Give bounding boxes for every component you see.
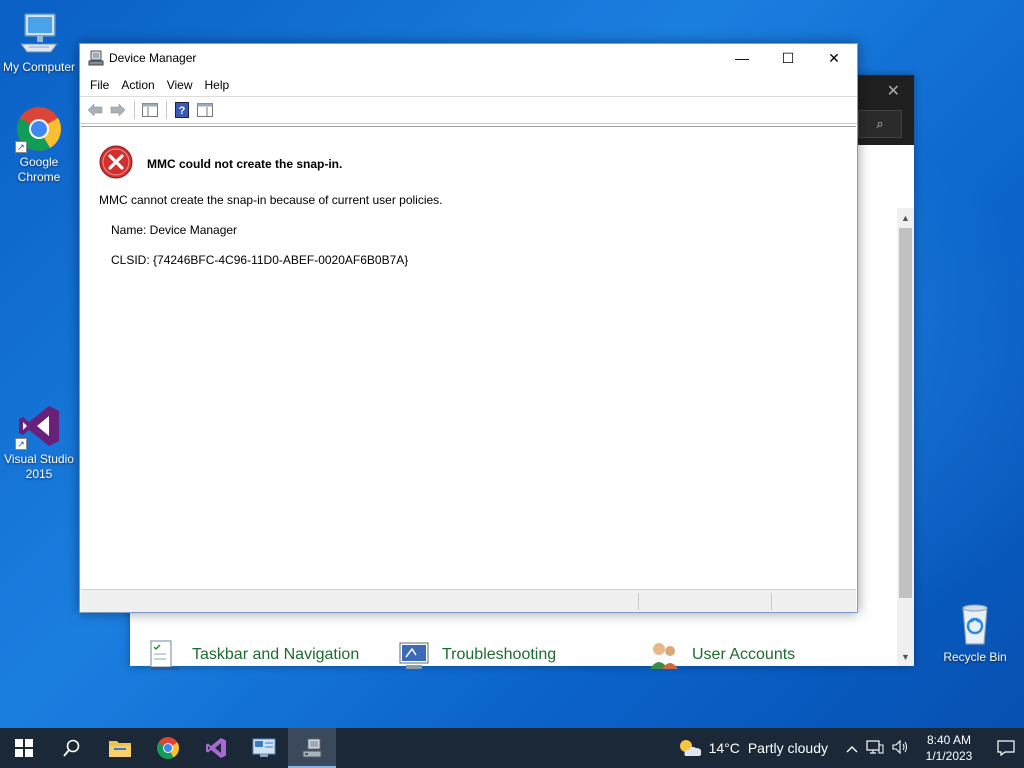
search-button[interactable] bbox=[48, 728, 96, 768]
toolbar-separator bbox=[166, 101, 167, 119]
menu-bar: File Action View Help bbox=[80, 74, 857, 96]
close-button[interactable]: ✕ bbox=[811, 44, 857, 74]
error-icon bbox=[99, 145, 133, 182]
scrollbar-thumb[interactable] bbox=[899, 228, 912, 598]
show-action-pane-icon[interactable] bbox=[194, 99, 216, 121]
partly-cloudy-icon bbox=[679, 740, 701, 756]
chevron-up-icon[interactable] bbox=[846, 740, 858, 756]
status-bar bbox=[81, 589, 856, 612]
recycle-bin-icon bbox=[951, 600, 999, 648]
minimize-button[interactable]: — bbox=[719, 44, 765, 74]
taskbar-control-panel[interactable] bbox=[240, 728, 288, 768]
cp-item-troubleshooting[interactable]: Troubleshooting bbox=[398, 639, 556, 671]
cp-item-label: Taskbar and Navigation bbox=[192, 646, 360, 663]
show-hide-console-tree-icon[interactable] bbox=[139, 99, 161, 121]
weather-condition: Partly cloudy bbox=[747, 740, 828, 756]
scroll-down-icon[interactable]: ▼ bbox=[897, 649, 914, 666]
windows-logo-icon bbox=[15, 739, 33, 757]
notification-icon bbox=[997, 740, 1015, 756]
device-manager-titlebar[interactable]: Device Manager — ☐ ✕ bbox=[80, 44, 857, 74]
toolbar-separator bbox=[134, 101, 135, 119]
maximize-button[interactable]: ☐ bbox=[765, 44, 811, 74]
taskbar-settings-icon bbox=[148, 639, 180, 671]
desktop-icon-label: Google Chrome bbox=[17, 155, 61, 184]
user-accounts-icon bbox=[648, 639, 680, 671]
error-header: MMC could not create the snap-in. bbox=[99, 145, 342, 182]
search-icon bbox=[63, 739, 80, 757]
status-divider bbox=[771, 593, 772, 610]
help-icon[interactable]: ? bbox=[171, 99, 193, 121]
clock-time: 8:40 AM bbox=[926, 733, 972, 747]
snap-in-error-pane: MMC could not create the snap-in. MMC ca… bbox=[81, 126, 856, 589]
menu-help[interactable]: Help bbox=[199, 78, 236, 92]
taskbar-visual-studio[interactable] bbox=[192, 728, 240, 768]
device-manager-icon bbox=[302, 738, 322, 758]
chrome-icon bbox=[157, 737, 179, 759]
device-manager-icon bbox=[88, 50, 104, 66]
cp-item-label: Troubleshooting bbox=[442, 646, 557, 663]
error-title: MMC could not create the snap-in. bbox=[147, 156, 343, 171]
toolbar: ? bbox=[80, 96, 857, 124]
weather-temp: 14°C bbox=[708, 740, 740, 756]
window-title: Device Manager bbox=[109, 51, 197, 65]
close-icon[interactable]: ✕ bbox=[887, 81, 900, 101]
weather-widget[interactable]: 14°C Partly cloudy bbox=[677, 737, 828, 759]
volume-icon[interactable] bbox=[892, 739, 910, 757]
menu-action[interactable]: Action bbox=[115, 78, 160, 92]
visual-studio-icon bbox=[206, 738, 226, 758]
clock[interactable]: 8:40 AM 1/1/2023 bbox=[924, 732, 974, 764]
desktop-icon-google-chrome[interactable]: ↗ Google Chrome bbox=[1, 105, 77, 185]
desktop-icon-recycle-bin[interactable]: Recycle Bin bbox=[937, 600, 1013, 665]
control-panel-icon bbox=[252, 738, 276, 757]
cp-item-taskbar-navigation[interactable]: Taskbar and Navigation bbox=[148, 639, 359, 671]
taskbar: 14°C Partly cloudy 8:40 AM 1/1/2023 bbox=[0, 728, 1024, 768]
desktop-icon-my-computer[interactable]: My Computer bbox=[1, 10, 77, 75]
back-arrow-icon[interactable] bbox=[84, 99, 106, 121]
error-clsid: CLSID: {74246BFC-4C96-11D0-ABEF-0020AF6B… bbox=[111, 253, 409, 267]
desktop-icon-label: Visual Studio 2015 bbox=[4, 452, 74, 481]
tray-icons bbox=[842, 739, 914, 757]
desktop-icon-label: Recycle Bin bbox=[943, 650, 1007, 664]
notification-center-button[interactable] bbox=[988, 728, 1024, 768]
search-icon[interactable]: ⌕ bbox=[858, 110, 902, 138]
start-button[interactable] bbox=[0, 728, 48, 768]
status-divider bbox=[638, 593, 639, 610]
menu-file[interactable]: File bbox=[84, 78, 115, 92]
svg-text:?: ? bbox=[179, 105, 186, 117]
visual-studio-icon: ↗ bbox=[15, 402, 63, 450]
vertical-scrollbar[interactable]: ▲ ▼ bbox=[897, 208, 914, 666]
taskbar-chrome[interactable] bbox=[144, 728, 192, 768]
shortcut-arrow-icon: ↗ bbox=[15, 141, 27, 153]
menu-view[interactable]: View bbox=[161, 78, 199, 92]
scroll-up-icon[interactable]: ▲ bbox=[897, 210, 914, 227]
chrome-icon: ↗ bbox=[15, 105, 63, 153]
taskbar-file-explorer[interactable] bbox=[96, 728, 144, 768]
error-message: MMC cannot create the snap-in because of… bbox=[99, 193, 443, 207]
cp-item-user-accounts[interactable]: User Accounts bbox=[648, 639, 795, 671]
cp-item-label: User Accounts bbox=[692, 646, 796, 663]
shortcut-arrow-icon: ↗ bbox=[15, 438, 27, 450]
folder-icon bbox=[109, 741, 131, 757]
device-manager-window[interactable]: Device Manager — ☐ ✕ File Action View He… bbox=[79, 43, 858, 613]
network-icon[interactable] bbox=[866, 739, 884, 757]
forward-arrow-icon[interactable] bbox=[107, 99, 129, 121]
desktop-icon-visual-studio[interactable]: ↗ Visual Studio 2015 bbox=[1, 402, 77, 482]
system-tray: 14°C Partly cloudy 8:40 AM 1/1/2023 bbox=[677, 728, 1024, 768]
taskbar-device-manager[interactable] bbox=[288, 728, 336, 768]
error-snapin-name: Name: Device Manager bbox=[111, 223, 238, 237]
clock-date: 1/1/2023 bbox=[925, 749, 973, 763]
computer-icon bbox=[15, 10, 63, 58]
desktop-icon-label: My Computer bbox=[2, 60, 76, 74]
troubleshooting-icon bbox=[398, 639, 430, 671]
